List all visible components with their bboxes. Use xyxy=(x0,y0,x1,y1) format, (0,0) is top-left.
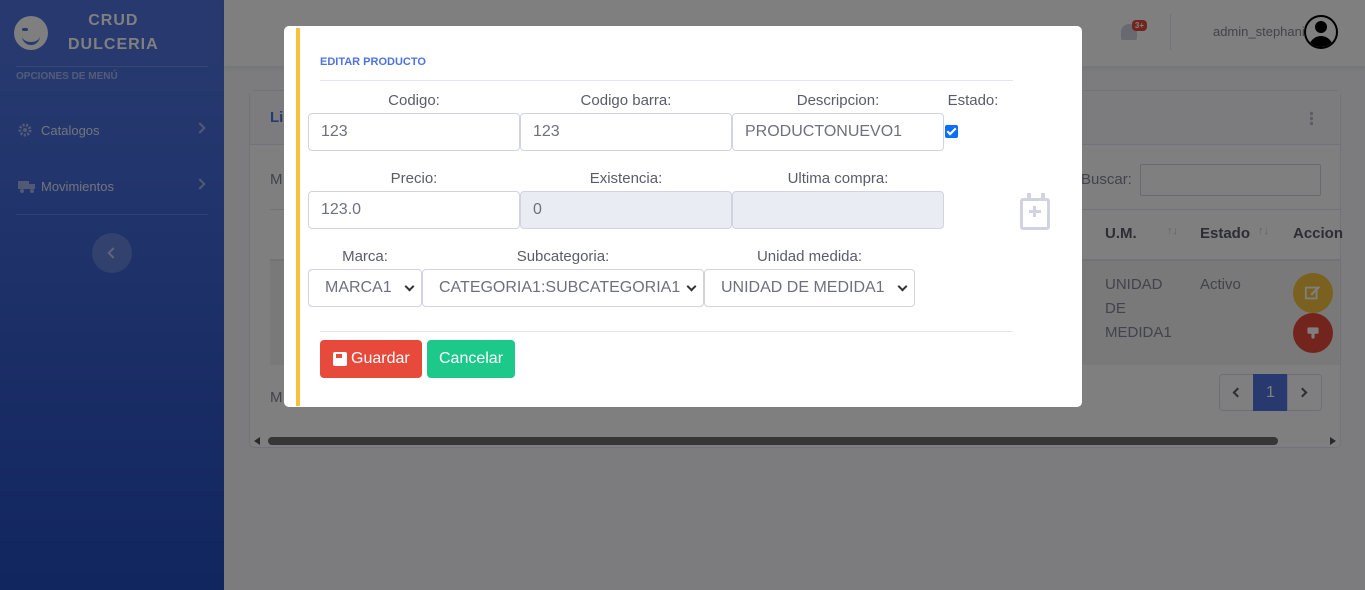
precio-label: Precio: xyxy=(390,170,438,187)
modal-divider xyxy=(320,80,1013,81)
subcategoria-label: Subcategoria: xyxy=(516,248,610,265)
save-button-label: Guardar xyxy=(351,350,410,367)
save-icon xyxy=(333,352,347,366)
marca-select[interactable]: MARCA1 xyxy=(308,269,422,307)
marca-label: Marca: xyxy=(342,248,388,265)
precio-input[interactable]: 123.0 xyxy=(308,191,520,229)
unidad-medida-select-value: UNIDAD DE MEDIDA1 xyxy=(721,279,885,296)
modal-divider xyxy=(320,331,1013,332)
chevron-down-icon xyxy=(686,281,697,292)
descripcion-input[interactable]: PRODUCTONUEVO1 xyxy=(732,113,944,151)
descripcion-label: Descripcion: xyxy=(796,92,880,109)
chevron-down-icon xyxy=(404,281,415,292)
ultima-compra-label: Ultima compra: xyxy=(787,170,889,187)
chevron-down-icon xyxy=(897,281,908,292)
estado-checkbox[interactable] xyxy=(945,125,958,138)
codigo-barra-input[interactable]: 123 xyxy=(520,113,732,151)
modal-title: EDITAR PRODUCTO xyxy=(320,56,426,68)
cancel-button[interactable]: Cancelar xyxy=(427,340,515,378)
codigo-barra-label: Codigo barra: xyxy=(580,92,672,109)
estado-label: Estado: xyxy=(947,92,999,109)
marca-select-value: MARCA1 xyxy=(325,279,392,296)
subcategoria-select[interactable]: CATEGORIA1:SUBCATEGORIA1 xyxy=(422,269,704,307)
codigo-input[interactable]: 123 xyxy=(308,113,520,151)
ultima-compra-input xyxy=(732,191,944,229)
edit-product-modal: EDITAR PRODUCTO Codigo: Codigo barra: De… xyxy=(284,26,1082,407)
save-button[interactable]: Guardar xyxy=(320,340,422,378)
modal-body: EDITAR PRODUCTO Codigo: Codigo barra: De… xyxy=(296,28,1069,406)
unidad-medida-select[interactable]: UNIDAD DE MEDIDA1 xyxy=(704,269,915,307)
subcategoria-select-value: CATEGORIA1:SUBCATEGORIA1 xyxy=(439,279,681,296)
existencia-label: Existencia: xyxy=(589,170,663,187)
calendar-plus-icon[interactable] xyxy=(1020,193,1050,230)
plus-icon xyxy=(1029,206,1041,217)
codigo-label: Codigo: xyxy=(388,92,440,109)
unidad-medida-label: Unidad medida: xyxy=(756,248,863,265)
existencia-input: 0 xyxy=(520,191,732,229)
